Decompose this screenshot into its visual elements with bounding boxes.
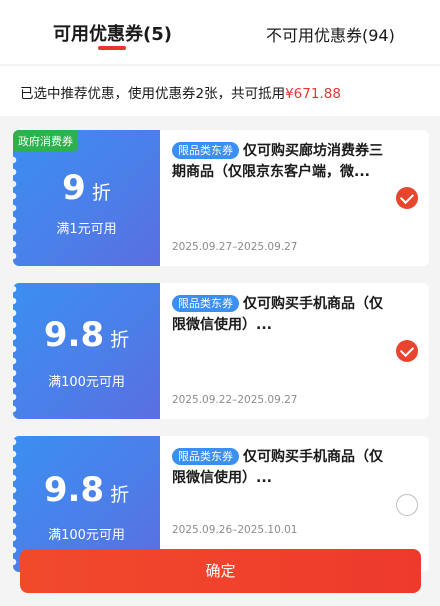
coupon-validity: 2025.09.22–2025.09.27 [172, 394, 298, 406]
coupon-condition: 满100元可用 [48, 375, 125, 390]
confirm-button[interactable]: 确定 [20, 549, 421, 593]
coupon-validity: 2025.09.26–2025.10.01 [172, 524, 298, 536]
tab-active-indicator [98, 46, 126, 50]
selection-summary: 已选中推荐优惠，使用优惠券2张，共可抵用¥671.88 [0, 66, 440, 116]
coupon-details: 限品类东券 仅可购买手机商品（仅限微信使用）... 2025.09.22–2025… [172, 283, 422, 419]
unselected-circle-icon[interactable] [396, 494, 418, 516]
coupon-details: 限品类东券 仅可购买廊坊消费券三期商品（仅限京东客户端，微... 2025.09.… [172, 130, 422, 266]
selected-check-icon[interactable] [396, 187, 418, 209]
selected-check-icon[interactable] [396, 340, 418, 362]
coupon-tabs: 可用优惠券(5) 不可用优惠券(94) [0, 0, 440, 64]
category-badge: 限品类东券 [172, 448, 239, 465]
coupon-title: 限品类东券 仅可购买手机商品（仅限微信使用）... [172, 294, 387, 336]
coupon-title: 限品类东券 仅可购买手机商品（仅限微信使用）... [172, 447, 387, 489]
coupon-title: 限品类东券 仅可购买廊坊消费券三期商品（仅限京东客户端，微... [172, 141, 387, 183]
coupon-discount: 9.8 折 [13, 470, 160, 510]
discount-unit: 折 [110, 484, 130, 506]
discount-value: 9.8 [43, 470, 105, 510]
coupon-condition: 满1元可用 [56, 222, 117, 237]
coupon-card[interactable]: 政府消费券 9折 满1元可用 限品类东券 仅可购买廊坊消费券三期商品（仅限京东客户… [13, 130, 429, 266]
coupon-discount: 9折 [13, 168, 160, 208]
coupon-card[interactable]: 9.8 折 满100元可用 限品类东券 仅可购买手机商品（仅限微信使用）... 20… [13, 283, 429, 419]
summary-text: 已选中推荐优惠，使用优惠券2张，共可抵用 [20, 86, 286, 102]
category-badge: 限品类东券 [172, 295, 239, 312]
coupon-condition: 满100元可用 [48, 528, 125, 543]
coupon-validity: 2025.09.27–2025.09.27 [172, 241, 298, 253]
discount-value: 9.8 [43, 315, 105, 355]
gov-coupon-tag: 政府消费券 [13, 130, 78, 152]
discount-unit: 折 [110, 329, 130, 351]
coupon-discount: 9.8 折 [13, 315, 160, 355]
discount-unit: 折 [91, 182, 111, 204]
category-badge: 限品类东券 [172, 142, 239, 159]
tab-available[interactable]: 可用优惠券(5) [53, 20, 172, 46]
coupon-value-panel: 9.8 折 满100元可用 [13, 283, 160, 419]
discount-value: 9 [62, 168, 86, 208]
tab-unavailable[interactable]: 不可用优惠券(94) [266, 22, 395, 46]
summary-amount: ¥671.88 [285, 86, 341, 102]
coupon-value-panel: 政府消费券 9折 满1元可用 [13, 130, 160, 266]
